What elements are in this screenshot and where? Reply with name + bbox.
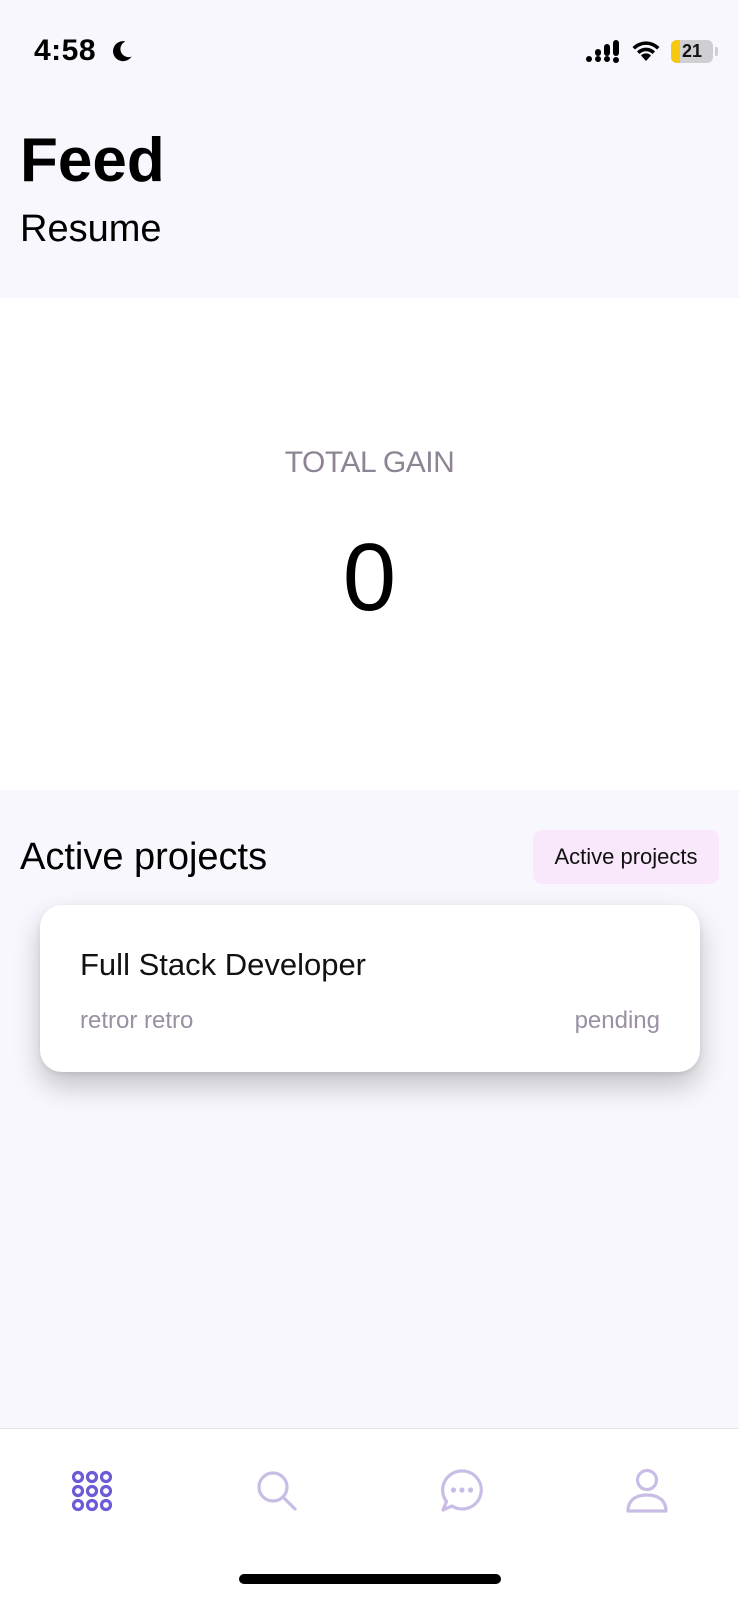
battery-icon: 21 bbox=[671, 40, 713, 63]
wifi-icon bbox=[632, 41, 660, 61]
project-card[interactable]: Full Stack Developer retror retro pendin… bbox=[40, 905, 700, 1072]
project-status: pending bbox=[574, 1007, 660, 1034]
project-owner: retror retro bbox=[80, 1007, 194, 1034]
page-title: Feed bbox=[20, 126, 165, 195]
tab-search[interactable] bbox=[245, 1463, 309, 1519]
user-icon bbox=[626, 1468, 668, 1513]
status-bar: 4:58 21 bbox=[0, 0, 739, 100]
search-icon bbox=[257, 1471, 297, 1511]
total-gain-panel: TOTAL GAIN 0 bbox=[0, 298, 739, 790]
tab-profile[interactable] bbox=[615, 1463, 679, 1519]
page-header: Feed Resume bbox=[0, 100, 739, 298]
grid-icon bbox=[71, 1470, 113, 1512]
home-indicator bbox=[239, 1574, 501, 1584]
battery-level: 21 bbox=[681, 41, 703, 61]
page-subtitle: Resume bbox=[20, 208, 162, 250]
active-projects-title: Active projects bbox=[20, 836, 268, 878]
total-gain-value: 0 bbox=[342, 524, 397, 631]
chat-icon bbox=[441, 1469, 483, 1512]
tab-feed[interactable] bbox=[60, 1463, 124, 1519]
total-gain-label: TOTAL GAIN bbox=[284, 446, 455, 479]
battery-cap bbox=[715, 47, 718, 56]
project-title: Full Stack Developer bbox=[80, 947, 367, 982]
signal-icon bbox=[586, 40, 619, 63]
tab-messages[interactable] bbox=[430, 1463, 494, 1519]
moon-icon bbox=[113, 41, 132, 62]
status-time: 4:58 bbox=[34, 34, 97, 67]
active-projects-button[interactable]: Active projects bbox=[533, 830, 719, 884]
